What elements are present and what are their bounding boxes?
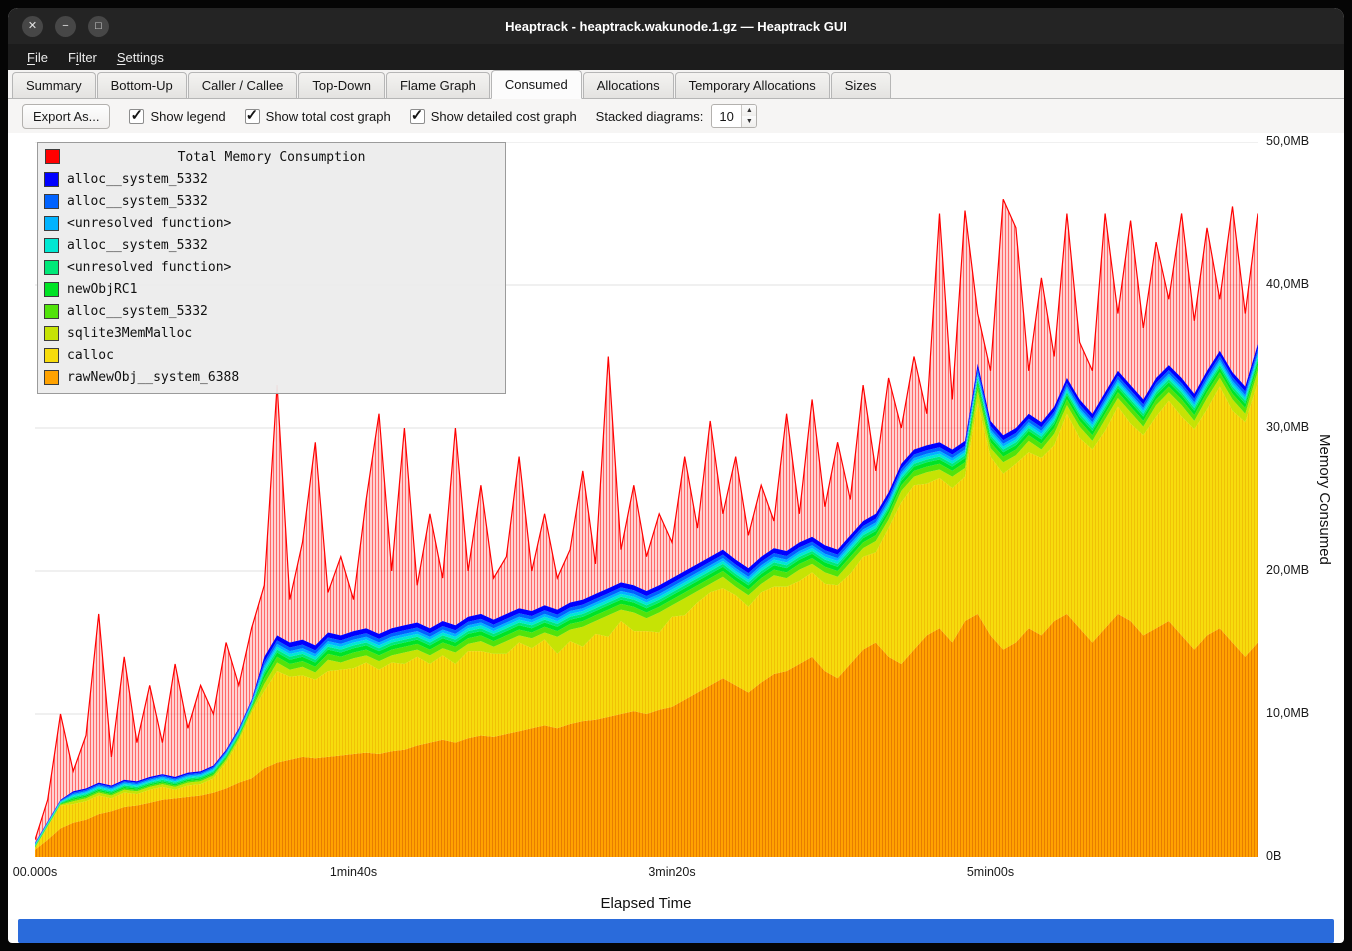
arrow-up-icon: ▲ — [746, 107, 753, 114]
legend-item[interactable]: rawNewObj__system_6388 — [43, 366, 500, 388]
legend-label: newObjRC1 — [67, 282, 137, 297]
checkbox-label: Show legend — [150, 109, 225, 124]
y-tick-30-0mb: 30,0MB — [1266, 420, 1309, 434]
toolbar-checkboxes: ✓ Show legend ✓ Show total cost graph ✓ Show … — [129, 109, 576, 124]
y-tick-0b: 0B — [1266, 849, 1281, 863]
toolbar: Export As... ✓ Show legend ✓ Show total cos… — [8, 99, 1344, 133]
export-as-button[interactable]: Export As... — [22, 104, 110, 129]
minimize-icon: − — [62, 21, 68, 32]
check-icon: ✓ — [246, 106, 259, 124]
window-controls: ✕ − □ — [22, 8, 109, 44]
legend-title-row: Total Memory Consumption — [43, 146, 500, 168]
arrow-down-icon: ▼ — [746, 118, 753, 125]
stacked-diagrams-label: Stacked diagrams: — [596, 109, 704, 124]
x-tick-00-000s: 00.000s — [13, 865, 57, 879]
stacked-diagrams-spinbox[interactable]: 10 ▲ ▼ — [711, 104, 757, 128]
checkbox-label: Show total cost graph — [266, 109, 391, 124]
legend-label: <unresolved function> — [67, 216, 231, 231]
legend-swatch — [44, 348, 59, 363]
tab-flame-graph[interactable]: Flame Graph — [386, 72, 490, 98]
minimize-button[interactable]: − — [55, 16, 76, 37]
legend-item[interactable]: <unresolved function> — [43, 256, 500, 278]
checkbox-box: ✓ — [129, 109, 144, 124]
checkbox-label: Show detailed cost graph — [431, 109, 577, 124]
chart-area: Total Memory Consumption alloc__system_53… — [8, 133, 1344, 919]
checkbox-show-total-cost-graph[interactable]: ✓ Show total cost graph — [245, 109, 391, 124]
legend-swatch — [44, 216, 59, 231]
legend-swatch — [44, 370, 59, 385]
legend-label: alloc__system_5332 — [67, 238, 208, 253]
tab-bottom-up[interactable]: Bottom-Up — [97, 72, 187, 98]
legend-item[interactable]: newObjRC1 — [43, 278, 500, 300]
tab-caller-callee[interactable]: Caller / Callee — [188, 72, 298, 98]
menu-filter[interactable]: Filter — [59, 47, 106, 68]
stacked-diagrams-value: 10 — [712, 105, 741, 127]
check-icon: ✓ — [411, 106, 424, 124]
stepper-down-button[interactable]: ▼ — [742, 116, 756, 127]
legend-label: rawNewObj__system_6388 — [67, 370, 239, 385]
legend-label: calloc — [67, 348, 114, 363]
checkbox-show-legend[interactable]: ✓ Show legend — [129, 109, 225, 124]
maximize-button[interactable]: □ — [88, 16, 109, 37]
legend-swatch — [44, 260, 59, 275]
maximize-icon: □ — [95, 21, 102, 32]
menu-settings[interactable]: Settings — [108, 47, 173, 68]
menu-file[interactable]: File — [18, 47, 57, 68]
y-tick-50-0mb: 50,0MB — [1266, 134, 1309, 148]
legend-item[interactable]: <unresolved function> — [43, 212, 500, 234]
x-tick-5min00s: 5min00s — [967, 865, 1014, 879]
close-icon: ✕ — [28, 21, 37, 32]
tab-bar: SummaryBottom-UpCaller / CalleeTop-DownF… — [8, 70, 1344, 99]
checkbox-box: ✓ — [245, 109, 260, 124]
menu-bar: FileFilterSettings — [8, 44, 1344, 70]
legend-item[interactable]: sqlite3MemMalloc — [43, 322, 500, 344]
app-window: ✕ − □ Heaptrack - heaptrack.wakunode.1.g… — [8, 8, 1344, 943]
legend-label: alloc__system_5332 — [67, 304, 208, 319]
tab-consumed[interactable]: Consumed — [491, 70, 582, 99]
legend-swatch-total — [45, 149, 60, 164]
tab-top-down[interactable]: Top-Down — [298, 72, 385, 98]
title-bar: ✕ − □ Heaptrack - heaptrack.wakunode.1.g… — [8, 8, 1344, 44]
legend-label: alloc__system_5332 — [67, 172, 208, 187]
tab-sizes[interactable]: Sizes — [831, 72, 891, 98]
legend-label: sqlite3MemMalloc — [67, 326, 192, 341]
y-tick-20-0mb: 20,0MB — [1266, 563, 1309, 577]
close-button[interactable]: ✕ — [22, 16, 43, 37]
legend-item[interactable]: calloc — [43, 344, 500, 366]
legend-swatch — [44, 326, 59, 341]
legend-item[interactable]: alloc__system_5332 — [43, 300, 500, 322]
x-tick-1min40s: 1min40s — [330, 865, 377, 879]
y-axis-title: Memory Consumed — [1316, 142, 1333, 857]
chart-legend: Total Memory Consumption alloc__system_53… — [37, 142, 506, 394]
legend-item[interactable]: alloc__system_5332 — [43, 190, 500, 212]
legend-swatch — [44, 238, 59, 253]
stacked-diagrams-control: Stacked diagrams: 10 ▲ ▼ — [596, 104, 758, 128]
x-tick-3min20s: 3min20s — [648, 865, 695, 879]
legend-label: <unresolved function> — [67, 260, 231, 275]
horizontal-scrollbar[interactable] — [18, 919, 1334, 943]
stacked-diagrams-steppers: ▲ ▼ — [741, 105, 756, 127]
legend-label: alloc__system_5332 — [67, 194, 208, 209]
window-title: Heaptrack - heaptrack.wakunode.1.gz — He… — [505, 19, 847, 34]
y-tick-10-0mb: 10,0MB — [1266, 706, 1309, 720]
x-axis-title: Elapsed Time — [601, 895, 692, 912]
y-tick-40-0mb: 40,0MB — [1266, 277, 1309, 291]
legend-swatch — [44, 172, 59, 187]
tab-summary[interactable]: Summary — [12, 72, 96, 98]
checkbox-box: ✓ — [410, 109, 425, 124]
legend-swatch — [44, 282, 59, 297]
legend-swatch — [44, 194, 59, 209]
checkbox-show-detailed-cost-graph[interactable]: ✓ Show detailed cost graph — [410, 109, 577, 124]
tab-allocations[interactable]: Allocations — [583, 72, 674, 98]
legend-title: Total Memory Consumption — [178, 150, 366, 165]
legend-item[interactable]: alloc__system_5332 — [43, 234, 500, 256]
legend-item[interactable]: alloc__system_5332 — [43, 168, 500, 190]
tab-temporary-allocations[interactable]: Temporary Allocations — [675, 72, 830, 98]
stepper-up-button[interactable]: ▲ — [742, 105, 756, 116]
legend-swatch — [44, 304, 59, 319]
check-icon: ✓ — [130, 106, 143, 124]
